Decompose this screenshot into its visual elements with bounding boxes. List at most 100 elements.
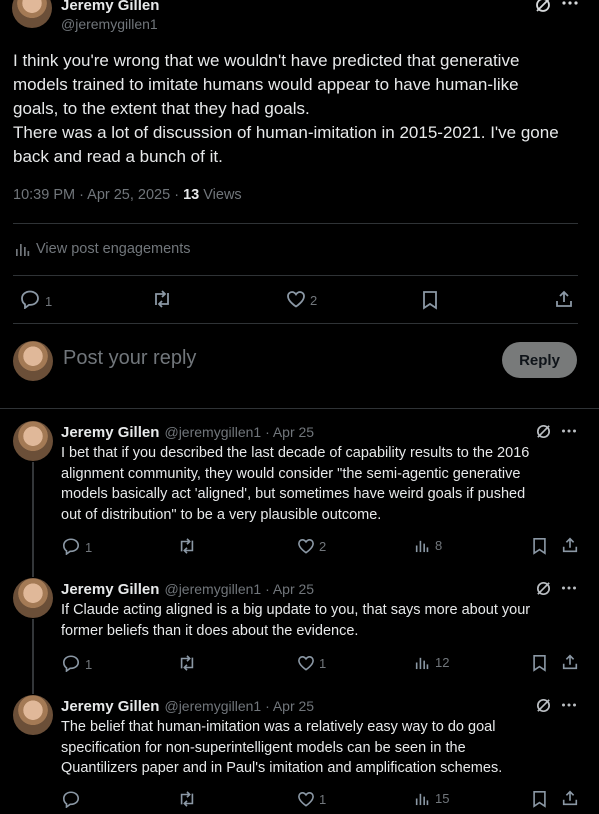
grok-icon[interactable] [535, 423, 552, 440]
thread-connector [32, 619, 34, 694]
reply-header: Jeremy Gillen @jeremygillen1 · Apr 25 [61, 422, 314, 441]
bookmark-icon[interactable] [532, 654, 547, 672]
bookmark-icon[interactable] [532, 537, 547, 555]
more-icon[interactable] [561, 584, 577, 592]
reply-input[interactable]: Post your reply [63, 347, 196, 370]
reply-text: The belief that human-imitation was a re… [61, 717, 596, 779]
views-label: Views [199, 187, 242, 203]
views-action[interactable]: 8 [414, 538, 442, 553]
post-text-line: I think you're wrong that we wouldn't ha… [13, 51, 520, 70]
bookmark-icon[interactable] [532, 790, 547, 808]
reply-action[interactable] [62, 790, 85, 808]
author-handle[interactable]: @jeremygillen1 · Apr 25 [164, 424, 314, 440]
divider [13, 223, 578, 224]
timestamp-text[interactable]: 10:39 PM · Apr 25, 2025 · [13, 187, 183, 203]
reply-icon [62, 790, 80, 808]
divider [13, 275, 578, 276]
reply-text-line: models basically act 'aligned', but some… [61, 486, 526, 502]
composer-avatar[interactable] [13, 341, 53, 381]
reply-header: Jeremy Gillen @jeremygillen1 · Apr 25 [61, 579, 314, 598]
like-count: 1 [319, 655, 327, 671]
views-count: 8 [435, 538, 443, 553]
reply-header: Jeremy Gillen @jeremygillen1 · Apr 25 [61, 696, 314, 715]
reply-icon [62, 654, 80, 672]
views-icon [414, 791, 429, 806]
post-text: I think you're wrong that we wouldn't ha… [13, 49, 593, 169]
share-icon[interactable] [561, 653, 579, 671]
reply-text-line: If Claude acting aligned is a big update… [61, 602, 531, 618]
author-name[interactable]: Jeremy Gillen [61, 424, 159, 441]
repost-icon[interactable] [177, 537, 197, 555]
views-count: 13 [183, 187, 200, 203]
like-action[interactable]: 1 [297, 791, 326, 807]
views-count: 12 [435, 655, 450, 670]
grok-icon[interactable] [535, 580, 552, 597]
author-handle[interactable]: @jeremygillen1 · Apr 25 [164, 581, 314, 597]
author-name[interactable]: Jeremy Gillen [61, 698, 159, 715]
post-text-line: There was a lot of discussion of human-i… [13, 123, 559, 142]
more-icon[interactable] [561, 0, 579, 8]
like-count: 2 [319, 538, 327, 554]
like-icon [297, 791, 315, 807]
like-count: 2 [310, 293, 318, 308]
more-icon[interactable] [561, 701, 577, 709]
like-action[interactable]: 2 [297, 538, 326, 554]
reply-text-line: specification for non-superintelligent m… [61, 739, 466, 756]
repost-icon[interactable] [177, 790, 197, 808]
like-action[interactable]: 2 [286, 290, 317, 308]
reply-icon [62, 537, 80, 555]
share-icon[interactable] [561, 789, 579, 807]
engagements-label[interactable]: View post engagements [36, 241, 191, 257]
like-icon [286, 290, 306, 308]
like-count: 1 [319, 791, 327, 807]
reply-icon [20, 289, 40, 309]
reply-text-line: The belief that human-imitation was a re… [61, 719, 496, 735]
repost-icon[interactable] [177, 654, 197, 672]
author-handle[interactable]: @jeremygillen1 · Apr 25 [164, 698, 314, 714]
reply-action[interactable]: 1 [62, 654, 92, 672]
avatar[interactable] [12, 0, 52, 28]
reply-text-line: former beliefs than it does about the ev… [61, 622, 359, 639]
more-icon[interactable] [561, 427, 577, 435]
grok-icon[interactable] [534, 0, 552, 14]
avatar[interactable] [13, 578, 53, 618]
post-text-line: back and read a bunch of it. [13, 147, 223, 166]
reply-text-line: I bet that if you described the last dec… [61, 445, 530, 461]
views-icon [414, 538, 429, 553]
reply-text: I bet that if you described the last dec… [61, 443, 596, 525]
repost-icon[interactable] [151, 289, 173, 309]
avatar[interactable] [13, 421, 53, 461]
like-action[interactable]: 1 [297, 655, 326, 671]
views-action[interactable]: 15 [414, 791, 449, 806]
grok-icon[interactable] [535, 697, 552, 714]
views-icon [14, 241, 30, 257]
views-icon [414, 655, 429, 670]
reply-text-line: out of distribution" to be a very plausi… [61, 506, 382, 523]
share-icon[interactable] [561, 536, 579, 554]
views-count: 15 [435, 791, 450, 806]
views-action[interactable]: 12 [414, 655, 449, 670]
reply-count: 1 [85, 657, 93, 672]
reply-text-line: alignment community, they would consider… [61, 465, 521, 482]
author-handle[interactable]: @jeremygillen1 [61, 16, 158, 32]
bookmark-icon[interactable] [422, 290, 438, 310]
reply-action[interactable]: 1 [62, 537, 92, 555]
author-name[interactable]: Jeremy Gillen [61, 0, 159, 14]
view-engagements-link[interactable]: View post engagements [14, 241, 191, 257]
like-icon [297, 538, 315, 554]
reply-text-line: Quantilizers paper and in Paul's imitati… [61, 760, 503, 776]
reply-text: If Claude acting aligned is a big update… [61, 600, 596, 641]
share-icon[interactable] [554, 289, 574, 309]
reply-count: 1 [85, 540, 93, 555]
thread-connector [32, 462, 34, 577]
reply-button[interactable]: Reply [502, 342, 577, 378]
post-timestamp[interactable]: 10:39 PM · Apr 25, 2025 · 13 Views [13, 187, 242, 203]
post-text-line: goals, to the extent that they had goals… [13, 99, 310, 118]
post-text-line: models trained to imitate humans would a… [13, 75, 519, 94]
reply-action[interactable]: 1 [20, 289, 52, 309]
avatar[interactable] [13, 695, 53, 735]
author-name[interactable]: Jeremy Gillen [61, 581, 159, 598]
divider [0, 408, 599, 409]
like-icon [297, 655, 315, 671]
divider [13, 323, 578, 324]
